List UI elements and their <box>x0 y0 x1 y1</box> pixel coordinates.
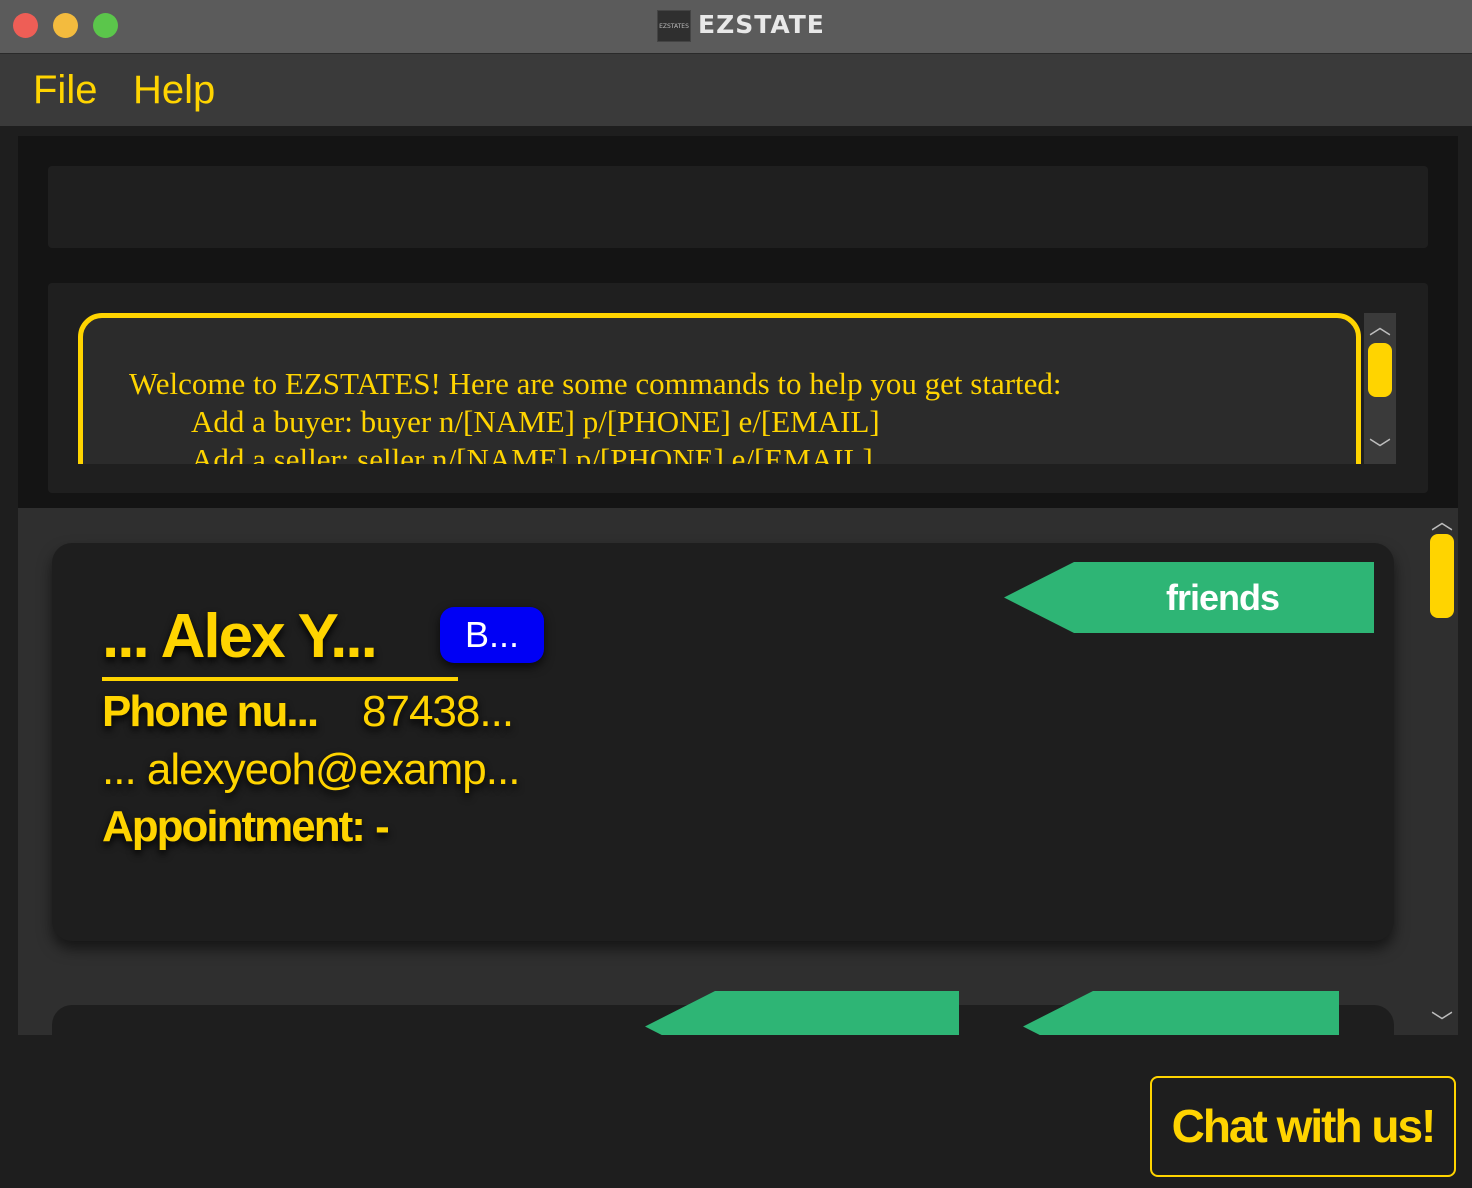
client-name: ... Alex Y... <box>102 602 378 671</box>
title-bar: EZSTATES EZSTATE <box>0 0 1472 54</box>
client-list: friends ... Alex Y... B... Phone nu... 8… <box>18 508 1458 1035</box>
chevron-down-icon[interactable]: ﹀ <box>1364 440 1396 462</box>
app-logo-icon: EZSTATES <box>657 10 691 42</box>
client-card[interactable]: friends ... Alex Y... B... Phone nu... 8… <box>52 543 1394 941</box>
menu-bar: File Help <box>0 54 1472 126</box>
list-scrollbar[interactable]: ︿ ﹀ <box>1426 508 1458 1035</box>
menu-file[interactable]: File <box>33 68 97 113</box>
list-scrollbar-thumb[interactable] <box>1430 534 1454 618</box>
phone-label: Phone nu... <box>102 687 319 736</box>
chat-with-us-button[interactable]: Chat with us! <box>1150 1076 1456 1177</box>
command-input[interactable] <box>48 166 1428 248</box>
result-box: Welcome to EZSTATES! Here are some comma… <box>78 313 1361 464</box>
email-row: ... alexyeoh@examp... <box>102 745 520 794</box>
result-text: Welcome to EZSTATES! Here are some comma… <box>129 366 1062 464</box>
tag <box>645 991 959 1035</box>
window-title: EZSTATE <box>698 10 825 39</box>
appointment-row: Appointment: - <box>102 802 390 852</box>
role-badge: B... <box>440 607 544 663</box>
result-scrollbar[interactable]: ︿ ﹀ <box>1364 313 1396 464</box>
menu-help[interactable]: Help <box>133 68 215 113</box>
chevron-up-icon[interactable]: ︿ <box>1364 317 1396 339</box>
tag-friends: friends <box>1004 562 1374 633</box>
maximize-window-button[interactable] <box>93 13 118 38</box>
phone-row: Phone nu... 87438... <box>102 687 514 737</box>
chevron-down-icon[interactable]: ﹀ <box>1426 1013 1458 1035</box>
phone-value: 87438... <box>362 687 514 736</box>
tag <box>1023 991 1339 1035</box>
result-display[interactable]: Welcome to EZSTATES! Here are some comma… <box>78 313 1363 464</box>
result-scrollbar-thumb[interactable] <box>1368 343 1392 397</box>
chevron-up-icon[interactable]: ︿ <box>1426 512 1458 534</box>
appointment-label: Appointment: <box>102 802 366 851</box>
tag-label: friends <box>1166 577 1280 618</box>
minimize-window-button[interactable] <box>53 13 78 38</box>
app-logo-text: EZSTATES <box>659 22 689 30</box>
close-window-button[interactable] <box>13 13 38 38</box>
name-underline <box>102 677 458 681</box>
appointment-value: - <box>375 802 390 851</box>
